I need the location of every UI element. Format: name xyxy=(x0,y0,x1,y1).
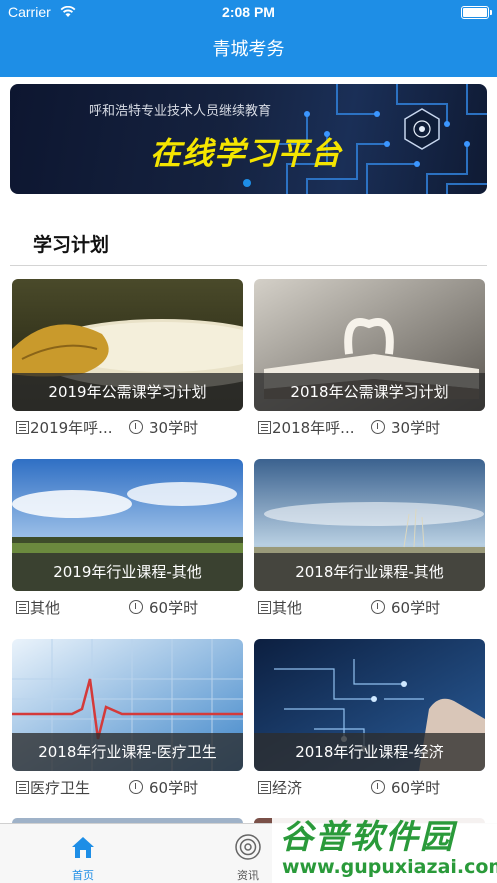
plan-category: 其他 xyxy=(30,599,61,617)
list-icon xyxy=(16,781,29,794)
list-icon xyxy=(258,601,271,614)
plan-thumbnail: 2019年公需课学习计划 xyxy=(12,279,243,411)
watermark: 谷普软件园 www.gupuxiazai.com xyxy=(272,806,497,883)
battery-icon xyxy=(461,6,492,19)
clock-icon xyxy=(129,420,143,434)
plan-hours: 60学时 xyxy=(391,599,441,617)
plan-title: 2019年公需课学习计划 xyxy=(12,373,243,411)
tab-label-home: 首页 xyxy=(72,869,94,882)
clock-icon xyxy=(129,780,143,794)
status-bar: Carrier 2:08 PM xyxy=(0,0,497,26)
plan-category: 2019年呼... xyxy=(30,419,113,437)
clock-icon xyxy=(371,780,385,794)
plan-category: 医疗卫生 xyxy=(30,779,91,797)
list-icon xyxy=(258,421,271,434)
home-icon xyxy=(72,837,94,858)
banner-headline: 在线学习平台 xyxy=(150,136,342,172)
watermark-url: www.gupuxiazai.com xyxy=(282,856,497,878)
section-title-study-plan: 学习计划 xyxy=(33,234,110,256)
plan-card[interactable]: 2018年行业课程-经济 经济 60学时 xyxy=(254,639,485,797)
plan-thumbnail: 2018年行业课程-其他 xyxy=(254,459,485,591)
section-divider xyxy=(10,265,487,266)
carousel-page-indicator[interactable] xyxy=(243,179,251,187)
plan-title: 2018年行业课程-医疗卫生 xyxy=(12,733,243,771)
plan-thumbnail: 2019年行业课程-其他 xyxy=(12,459,243,591)
banner-subtitle: 呼和浩特专业技术人员继续教育 xyxy=(88,104,271,119)
plan-title: 2019年行业课程-其他 xyxy=(12,553,243,591)
plan-hours: 30学时 xyxy=(391,419,441,437)
tab-home[interactable]: 首页 xyxy=(43,824,123,883)
plan-hours: 60学时 xyxy=(149,599,199,617)
clock-icon xyxy=(371,420,385,434)
watermark-title: 谷普软件园 xyxy=(280,817,455,856)
plan-hours: 60学时 xyxy=(391,779,441,797)
list-icon xyxy=(16,601,29,614)
banner-carousel[interactable]: 呼和浩特专业技术人员继续教育 在线学习平台 xyxy=(10,84,487,194)
plan-card[interactable]: 2019年行业课程-其他 其他 60学时 xyxy=(12,459,243,617)
plan-thumbnail: 2018年行业课程-经济 xyxy=(254,639,485,771)
plan-title: 2018年公需课学习计划 xyxy=(254,373,485,411)
clock-icon xyxy=(371,600,385,614)
plan-card[interactable]: 2018年行业课程-医疗卫生 医疗卫生 60学时 xyxy=(12,639,243,797)
plan-category: 经济 xyxy=(272,779,303,797)
list-icon xyxy=(258,781,271,794)
clock-time: 2:08 PM xyxy=(222,4,275,20)
page-title: 青城考务 xyxy=(212,39,285,60)
plan-title: 2018年行业课程-其他 xyxy=(254,553,485,591)
news-icon xyxy=(235,834,261,860)
plan-card[interactable]: 2019年公需课学习计划 2019年呼... 30学时 xyxy=(12,279,243,437)
plan-thumbnail: 2018年行业课程-医疗卫生 xyxy=(12,639,243,771)
list-icon xyxy=(16,421,29,434)
plan-card[interactable]: 2018年行业课程-其他 其他 60学时 xyxy=(254,459,485,617)
nav-bar: 青城考务 xyxy=(0,26,497,77)
plan-hours: 30学时 xyxy=(149,419,199,437)
plan-title: 2018年行业课程-经济 xyxy=(254,733,485,771)
plan-card[interactable]: 2018年公需课学习计划 2018年呼... 30学时 xyxy=(254,279,485,437)
plan-category: 2018年呼... xyxy=(272,419,355,437)
plan-thumbnail: 2018年公需课学习计划 xyxy=(254,279,485,411)
plan-hours: 60学时 xyxy=(149,779,199,797)
clock-icon xyxy=(129,600,143,614)
plan-category: 其他 xyxy=(272,599,303,617)
